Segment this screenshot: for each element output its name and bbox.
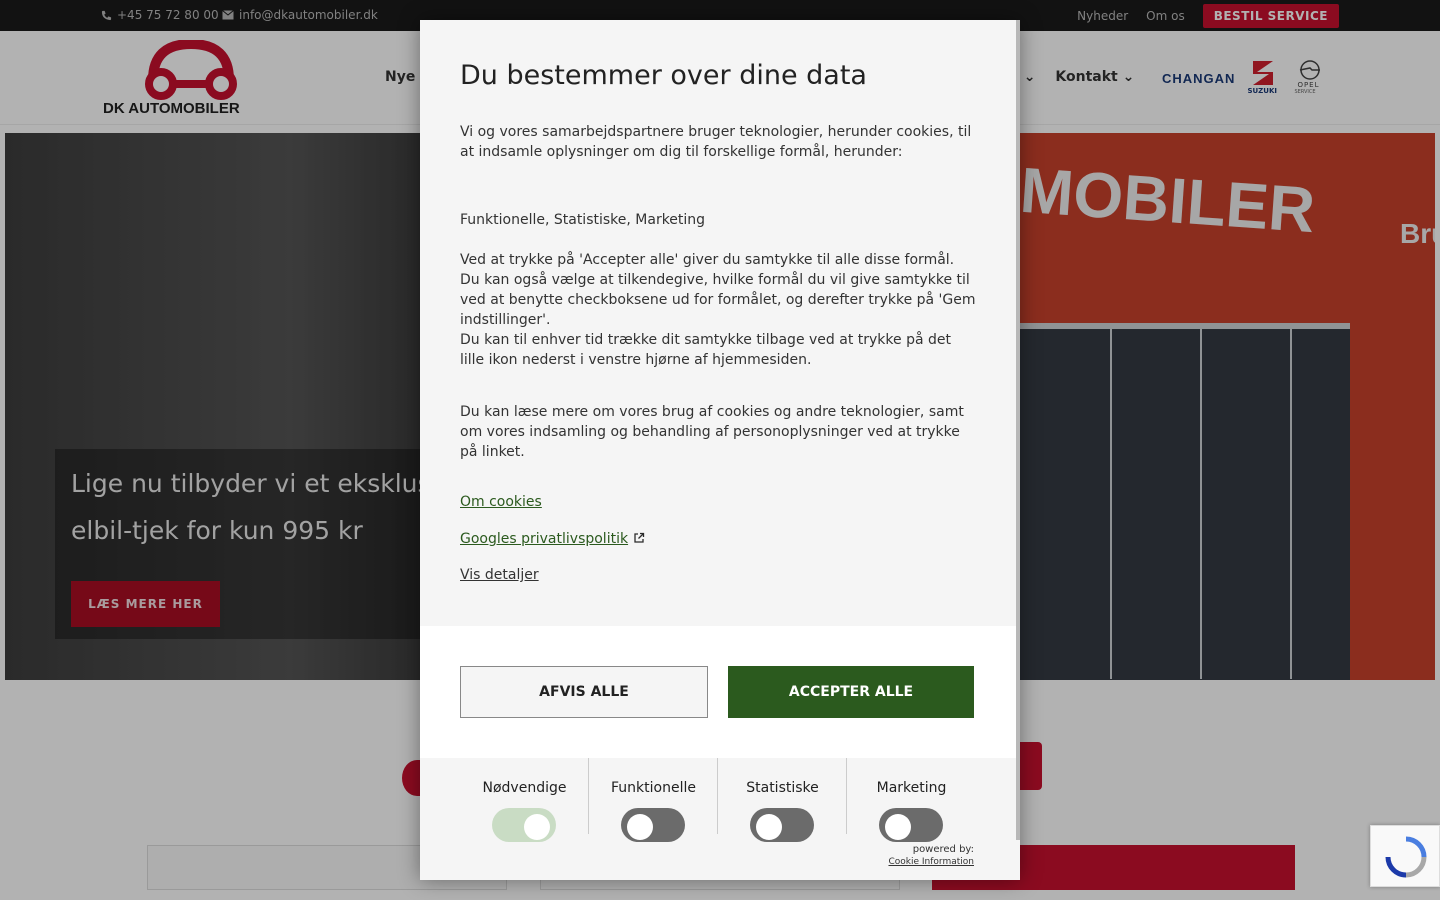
external-link-icon <box>634 532 645 543</box>
toggle-switch-statistics[interactable] <box>750 808 814 842</box>
toggle-statistics: Statistiske <box>718 758 847 842</box>
dialog-title: Du bestemmer over dine data <box>460 60 867 91</box>
toggle-label: Marketing <box>876 780 947 796</box>
dialog-button-area: AFVIS ALLE ACCEPTER ALLE <box>420 626 1020 758</box>
toggle-knob <box>885 814 911 840</box>
toggle-label: Nødvendige <box>482 780 567 796</box>
toggle-label: Statistiske <box>746 780 819 796</box>
toggle-switch-marketing[interactable] <box>879 808 943 842</box>
recaptcha-icon <box>1385 836 1427 878</box>
toggle-label: Funktionelle <box>611 780 696 796</box>
accept-info-text: Ved at trykke på 'Accepter alle' giver d… <box>460 252 976 328</box>
cookie-consent-dialog: Du bestemmer over dine data Vi og vores … <box>420 20 1020 880</box>
google-privacy-link[interactable]: Googles privatlivspolitik <box>460 531 645 547</box>
toggle-switch-functional[interactable] <box>621 808 685 842</box>
google-privacy-link-label: Googles privatlivspolitik <box>460 531 629 547</box>
toggle-functional: Funktionelle <box>589 758 718 842</box>
toggle-marketing: Marketing <box>847 758 976 842</box>
accept-all-button[interactable]: ACCEPTER ALLE <box>728 666 974 718</box>
toggle-necessary: Nødvendige <box>460 758 589 842</box>
powered-by-label: powered by: <box>912 844 974 855</box>
recaptcha-badge[interactable] <box>1370 825 1440 887</box>
intro-text: Vi og vores samarbejdspartnere bruger te… <box>460 124 972 160</box>
cookie-information-link[interactable]: Cookie Information <box>886 856 974 869</box>
reject-all-button[interactable]: AFVIS ALLE <box>460 666 708 718</box>
powered-by: powered by: Cookie Information <box>886 843 974 869</box>
read-more-info-text: Du kan læse mere om vores brug af cookie… <box>460 404 964 460</box>
toggle-knob <box>756 814 782 840</box>
toggle-switch-necessary[interactable] <box>492 808 556 842</box>
toggle-knob <box>627 814 653 840</box>
withdraw-info-text: Du kan til enhver tid trække dit samtykk… <box>460 332 951 368</box>
consent-toggles: Nødvendige Funktionelle Statistiske Mark… <box>460 758 976 842</box>
about-cookies-link[interactable]: Om cookies <box>460 494 542 510</box>
purposes-text: Funktionelle, Statistiske, Marketing <box>460 212 706 228</box>
show-details-link[interactable]: Vis detaljer <box>460 567 539 583</box>
dialog-scrollbar[interactable] <box>1016 20 1020 840</box>
toggle-knob <box>524 814 550 840</box>
